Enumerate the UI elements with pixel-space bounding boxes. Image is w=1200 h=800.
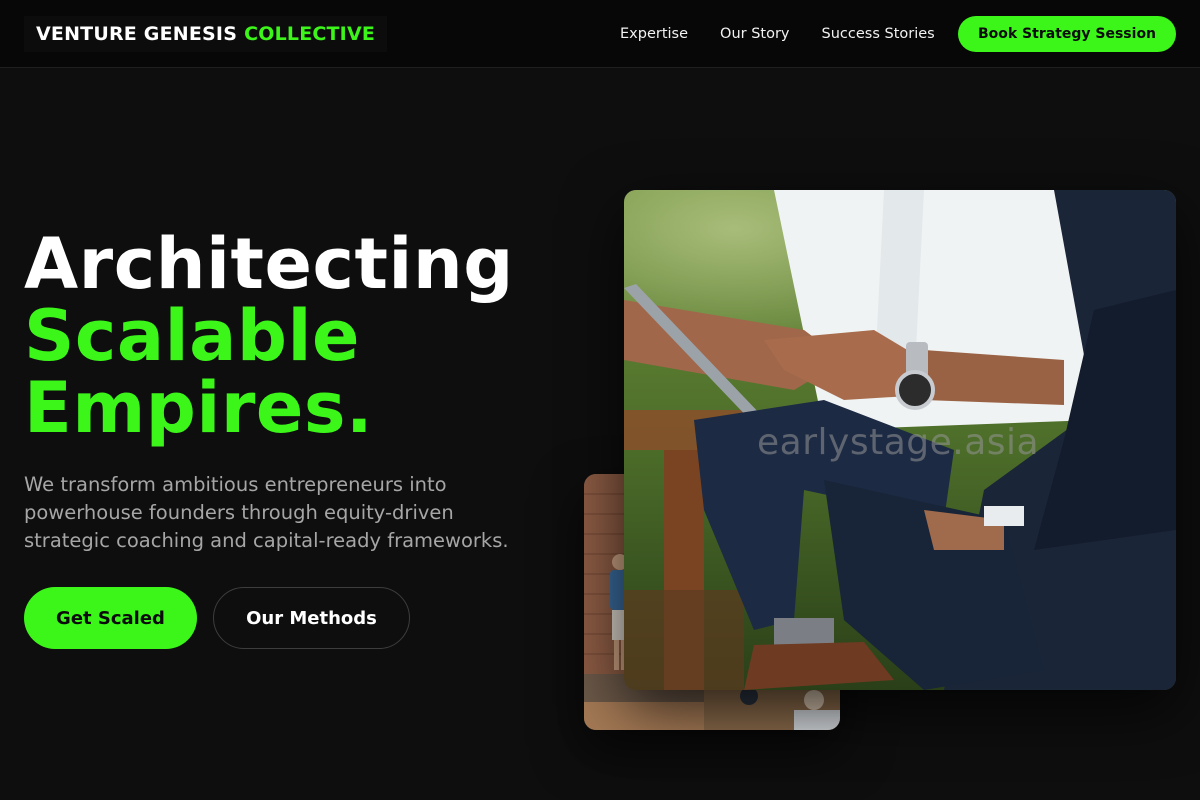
logo-text-accent: COLLECTIVE (244, 23, 376, 45)
hero-title-line-3: Empires. (24, 367, 374, 449)
business-meeting-illustration (624, 190, 1176, 690)
get-scaled-button[interactable]: Get Scaled (24, 587, 197, 649)
nav-link-success-stories[interactable]: Success Stories (822, 26, 935, 42)
top-navbar: VENTURE GENESIS COLLECTIVE Expertise Our… (0, 0, 1200, 68)
hero-title-line-2: Scalable (24, 295, 360, 377)
nav-link-expertise[interactable]: Expertise (620, 26, 688, 42)
hero-title: Architecting Scalable Empires. (24, 228, 514, 444)
brand-logo[interactable]: VENTURE GENESIS COLLECTIVE (24, 16, 388, 52)
our-methods-button[interactable]: Our Methods (213, 587, 410, 649)
logo-text-main: VENTURE GENESIS (36, 23, 238, 45)
book-strategy-session-button[interactable]: Book Strategy Session (958, 16, 1176, 52)
hero-description: We transform ambitious entrepreneurs int… (24, 473, 509, 552)
nav-link-our-story[interactable]: Our Story (720, 26, 789, 42)
main-hero-image (624, 190, 1176, 690)
nav-links: Expertise Our Story Success Stories (588, 0, 935, 68)
hero-title-line-1: Architecting (24, 223, 514, 305)
